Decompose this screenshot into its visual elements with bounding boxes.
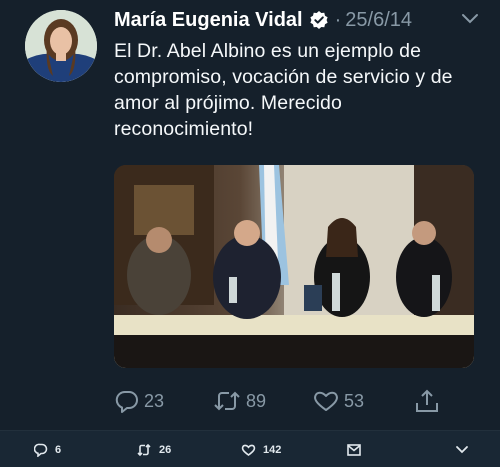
bottom-retweet-button[interactable]: 26 [136, 431, 171, 467]
tweet-actions: 23 89 53 [114, 386, 474, 416]
heart-icon [241, 444, 256, 456]
share-button[interactable] [414, 386, 444, 416]
like-count: 53 [344, 390, 365, 411]
reply-count: 23 [144, 390, 165, 411]
header-separator: · [334, 8, 342, 31]
reply-button[interactable]: 23 [114, 386, 164, 416]
tweet[interactable]: María Eugenia Vidal · 25/6/14 El Dr. Abe… [0, 0, 500, 430]
retweet-button[interactable]: 89 [212, 386, 266, 416]
author-name[interactable]: María Eugenia Vidal [114, 9, 303, 32]
retweet-count: 89 [246, 390, 267, 411]
bottom-message-button[interactable] [347, 431, 368, 467]
bottom-like-count: 142 [263, 443, 282, 456]
chevron-down-icon[interactable] [460, 12, 480, 26]
heart-icon [314, 391, 338, 411]
tweet-text: El Dr. Abel Albino es un ejemplo de comp… [114, 40, 453, 140]
retweet-icon [137, 443, 151, 456]
reply-icon [34, 443, 48, 457]
bottom-action-bar: 6 26 142 [0, 430, 500, 467]
retweet-icon [214, 391, 240, 411]
tweet-header: María Eugenia Vidal · 25/6/14 [114, 6, 484, 34]
share-icon [416, 389, 438, 412]
like-button[interactable]: 53 [312, 386, 364, 416]
bottom-more-button[interactable] [455, 431, 476, 467]
avatar[interactable] [25, 10, 97, 82]
tweet-date[interactable]: 25/6/14 [345, 9, 412, 32]
verified-badge-icon [309, 10, 329, 30]
bottom-reply-button[interactable]: 6 [34, 431, 61, 467]
reply-icon [115, 390, 138, 413]
bottom-retweet-count: 26 [159, 443, 172, 456]
photo-image [114, 165, 474, 368]
chevron-down-icon [456, 445, 468, 453]
bottom-reply-count: 6 [55, 443, 62, 456]
tweet-photo[interactable] [114, 165, 474, 368]
avatar-image [25, 10, 97, 82]
envelope-icon [347, 443, 361, 456]
bottom-like-button[interactable]: 142 [241, 431, 281, 467]
